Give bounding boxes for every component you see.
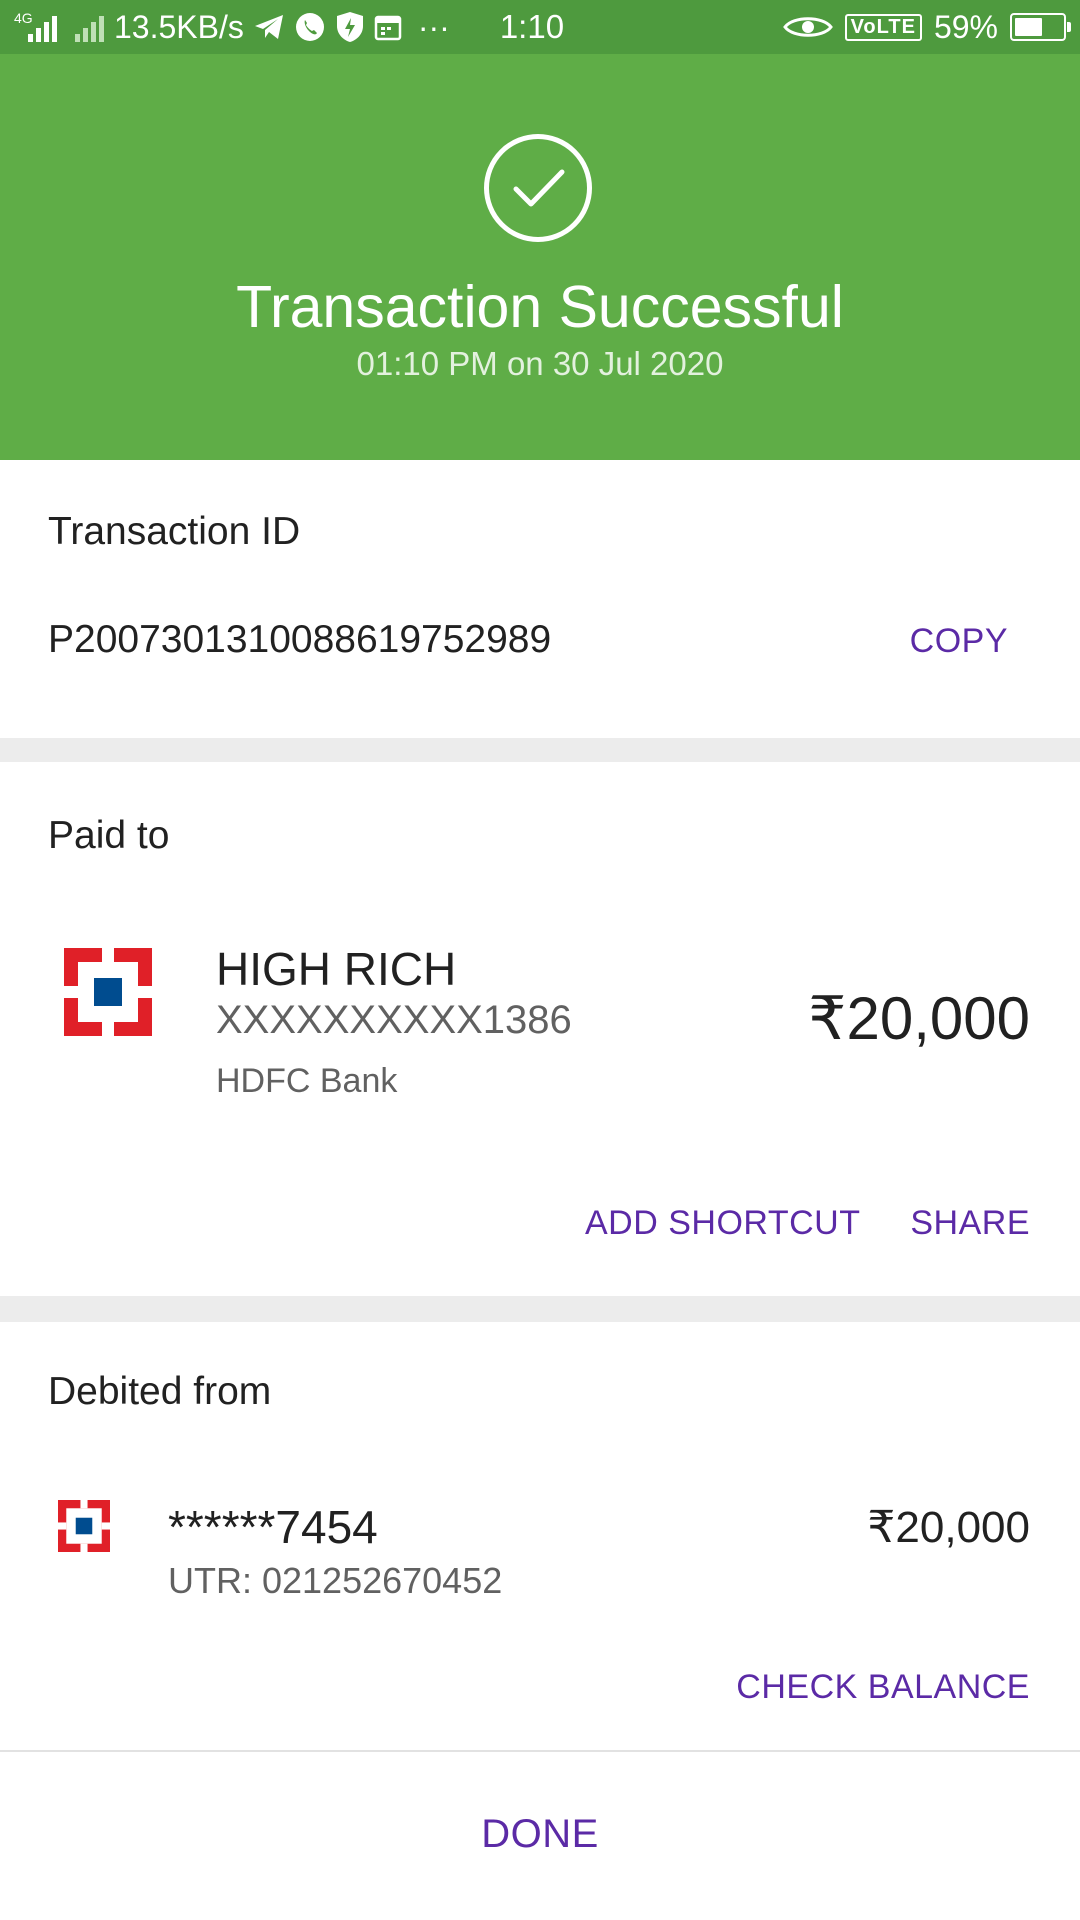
network-speed: 13.5KB/s [114, 8, 244, 45]
copy-button[interactable]: COPY [910, 622, 1008, 661]
done-button[interactable]: DONE [0, 1812, 1080, 1857]
section-divider [0, 738, 1080, 762]
paid-to-section: Paid to HIGH RICH XXXXXXXXXX1386 HDFC Ba… [0, 762, 1080, 1296]
add-shortcut-button[interactable]: ADD SHORTCUT [585, 1204, 861, 1243]
debited-amount: ₹20,000 [867, 1503, 1030, 1552]
share-button[interactable]: SHARE [910, 1204, 1030, 1243]
footer-divider [0, 1750, 1080, 1752]
battery-percent: 59% [933, 8, 998, 45]
status-bar-right: VoLTE 59% [782, 0, 1071, 54]
telegram-icon [254, 13, 284, 41]
transaction-id-label: Transaction ID [48, 510, 301, 553]
status-overflow: ··· [417, 8, 450, 45]
paid-amount: ₹20,000 [808, 985, 1030, 1052]
whatsapp-icon [294, 11, 326, 43]
debit-account: ******7454 [168, 1501, 378, 1553]
page-title: Transaction Successful [236, 274, 844, 340]
payee-account: XXXXXXXXXX1386 [216, 998, 572, 1042]
calendar-icon [374, 13, 402, 41]
clock: 1:10 [499, 8, 565, 45]
section-divider [0, 1296, 1080, 1322]
status-bar: 4G 13.5KB/s ··· 1:10 VoLTE 59% [0, 0, 1080, 54]
signal-icon: 4G [14, 10, 57, 42]
debited-from-label: Debited from [48, 1370, 272, 1413]
signal-icon [67, 12, 104, 42]
utr-number: UTR: 021252670452 [168, 1560, 503, 1601]
network-type: 4G [14, 10, 33, 26]
battery-level [1015, 18, 1043, 36]
transaction-id-value: P2007301310088619752989 [48, 618, 552, 661]
hdfc-logo-icon [64, 948, 152, 1041]
paid-to-label: Paid to [48, 814, 170, 857]
transaction-datetime: 01:10 PM on 30 Jul 2020 [356, 345, 724, 382]
transaction-id-section: Transaction ID P2007301310088619752989 C… [0, 460, 1080, 738]
check-balance-button[interactable]: CHECK BALANCE [736, 1668, 1030, 1707]
hdfc-logo-icon [58, 1500, 110, 1557]
status-bar-left: 4G 13.5KB/s ··· 1:10 [14, 0, 564, 54]
success-header: Transaction Successful 01:10 PM on 30 Ju… [0, 54, 1080, 460]
shield-icon [336, 11, 364, 43]
eye-icon [782, 13, 833, 41]
battery-icon [1010, 13, 1071, 41]
check-circle-icon [484, 134, 592, 242]
volte-indicator: VoLTE [844, 13, 922, 41]
payee-name: HIGH RICH [216, 943, 457, 995]
debited-from-section: Debited from ******7454 UTR: 02125267045… [0, 1322, 1080, 1750]
payee-bank: HDFC Bank [216, 1062, 398, 1100]
